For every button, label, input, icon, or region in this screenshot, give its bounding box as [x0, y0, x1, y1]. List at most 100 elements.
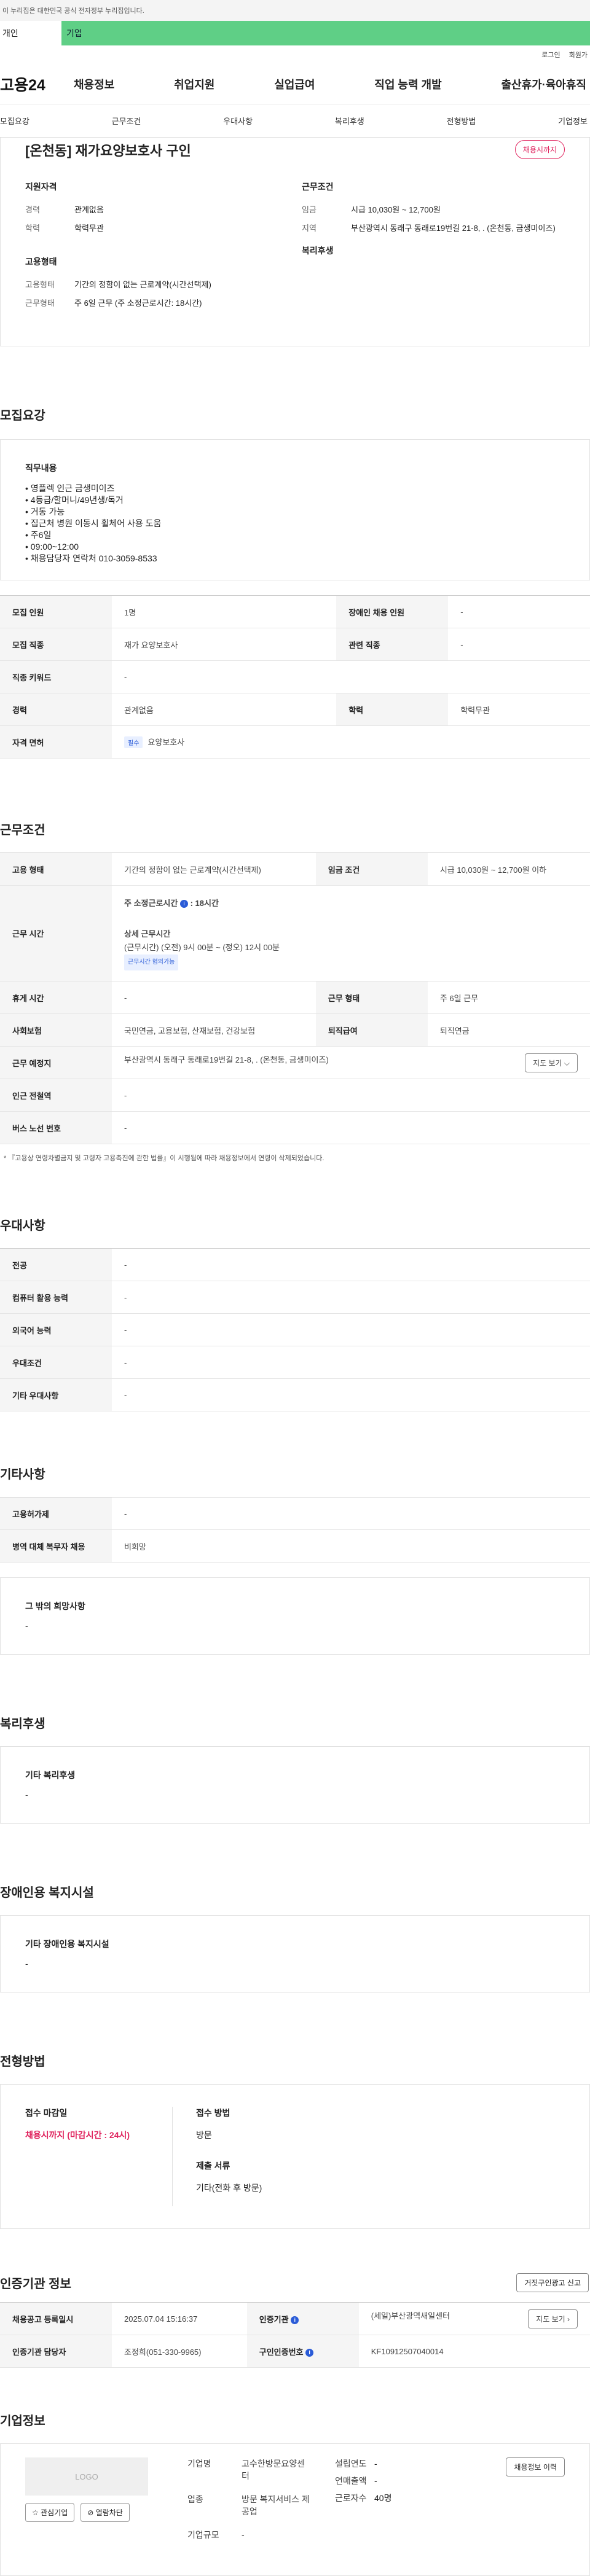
- anchor-pref[interactable]: 우대사항: [223, 115, 253, 127]
- sales-value: -: [374, 2476, 377, 2486]
- job-title: [온천동] 재가요양보호사 구인: [25, 143, 191, 158]
- place-label: 근무 예정지: [0, 1046, 112, 1079]
- cert-label: 자격 면허: [0, 725, 112, 759]
- gnb-leave[interactable]: 출산휴가·육아휴직: [502, 76, 586, 92]
- work-table: 고용 형태 기간의 정함이 없는 근로계약(시간선택제) 임금 조건 시급 10…: [0, 853, 590, 1144]
- employment-heading: 고용형태: [25, 257, 57, 267]
- gov-banner: 이 누리집은 대한민국 공식 전자정부 누리집입니다.: [0, 0, 590, 21]
- detail-hours-label: 상세 근무시간: [124, 929, 171, 939]
- info-icon[interactable]: i: [179, 899, 188, 908]
- hours-cell: 주 소정근로시간 i : 18시간 상세 근무시간 (근무시간) (오전) 9시…: [112, 885, 590, 982]
- gnb-training[interactable]: 직업 능력 개발: [374, 76, 441, 92]
- region-label: 지역: [302, 224, 317, 233]
- required-tag: 필수: [124, 736, 143, 748]
- tab-personal[interactable]: 개인: [0, 21, 61, 45]
- career-row-value: 관계없음: [112, 693, 337, 726]
- anchor-work[interactable]: 근무조건: [112, 115, 141, 127]
- disab-label: 장애인 채용 인원: [336, 595, 449, 628]
- kw-value: -: [112, 660, 590, 693]
- etype-label: 고용형태: [25, 280, 55, 289]
- login-link[interactable]: 로그인: [541, 50, 560, 60]
- welfare-section-title: 복리후생: [0, 1717, 45, 1731]
- cert-cell: 필수 요양보호사: [112, 725, 590, 759]
- duty-title: 직무내용: [25, 463, 57, 473]
- block-corp-button[interactable]: ⊘ 열람차단: [81, 2503, 130, 2522]
- etc-pref-value: -: [112, 1378, 590, 1411]
- org-label-cell: 인증기관 i: [246, 2302, 359, 2335]
- recruit-table: 모집 인원 1명 장애인 채용 인원 - 모집 직종 재가 요양보호사 관련 직…: [0, 595, 590, 759]
- negotiable-tag: 근무시간 협의가능: [124, 954, 179, 970]
- deadline-badge: 채용시까지: [514, 140, 565, 159]
- job-value: 재가 요양보호사: [112, 628, 337, 661]
- lang-label: 외국어 능력: [0, 1313, 112, 1346]
- pc-label: 컴퓨터 활용 능력: [0, 1281, 112, 1314]
- org-map-button[interactable]: 지도 보기 ›: [528, 2309, 578, 2328]
- duty-box: 직무내용 • 영플렉 인근 금생미이즈 • 4등급/할머니/49년생/독거 • …: [0, 439, 590, 580]
- etc-pref-label: 기타 우대사항: [0, 1378, 112, 1411]
- report-ad-button[interactable]: 거짓구인광고 신고: [516, 2273, 589, 2292]
- anchor-corp[interactable]: 기업정보: [558, 115, 588, 127]
- place-cell: 부산광역시 동래구 동래로19번길 21-8, . (온천동, 금생미이즈) 지…: [112, 1046, 590, 1079]
- count-label: 모집 인원: [0, 595, 112, 628]
- id-label: 구인인증번호: [259, 2347, 304, 2357]
- duty-item: • 4등급/할머니/49년생/독거: [25, 495, 124, 505]
- reg-label: 채용공고 등록일시: [0, 2302, 112, 2335]
- year-label: 설립연도: [335, 2459, 367, 2469]
- lang-value: -: [112, 1313, 590, 1346]
- anchor-welfare[interactable]: 복리후생: [335, 115, 364, 127]
- welfare-box-title: 기타 복리후생: [25, 1770, 76, 1780]
- org-cell: (세일)부산광역새일센터 지도 보기 ›: [358, 2302, 590, 2335]
- gnb-unemployment[interactable]: 실업급여: [274, 76, 315, 92]
- map-button[interactable]: 지도 보기 ⌵: [525, 1053, 578, 1072]
- service-tabs: 개인 기업: [0, 21, 590, 45]
- welfare-box-value: -: [25, 1790, 28, 1800]
- station-value: -: [112, 1079, 590, 1112]
- tab-business[interactable]: 기업: [61, 21, 590, 45]
- anchor-apply[interactable]: 전형방법: [447, 115, 476, 127]
- method-value: 방문: [196, 2130, 212, 2140]
- duty-list: • 영플렉 인근 금생미이즈 • 4등급/할머니/49년생/독거 • 거동 가능…: [25, 483, 565, 564]
- disab-section-title: 장애인용 복지시설: [0, 1886, 94, 1900]
- pc-value: -: [112, 1281, 590, 1314]
- method-label: 접수 방법: [196, 2108, 230, 2118]
- duty-item: • 집근처 병원 이동시 휠체어 사용 도움: [25, 518, 162, 528]
- cert-table: 채용공고 등록일시 2025.07.04 15:16:37 인증기관 i (세일…: [0, 2302, 590, 2368]
- deadline-value: 채용시까지 (마감시간 : 24시): [25, 2130, 130, 2140]
- gnb-jobs[interactable]: 채용정보: [74, 76, 114, 92]
- count-value: 1명: [112, 595, 337, 628]
- corp-logo: LOGO: [25, 2457, 148, 2496]
- work-heading: 근무조건: [302, 182, 334, 192]
- docs-value: 기타(전화 후 방문): [196, 2183, 262, 2193]
- edu-row-label: 학력: [336, 693, 449, 726]
- welfare-heading: 복리후생: [302, 246, 334, 256]
- career-label: 경력: [25, 205, 40, 214]
- anchor-recruit[interactable]: 모집요강: [0, 115, 30, 127]
- job-summary-card: [온천동] 재가요양보호사 구인 채용시까지 지원자격 경력 관계없음 학력 학력무…: [0, 138, 590, 346]
- info-icon[interactable]: i: [305, 2348, 314, 2357]
- site-logo[interactable]: 고용24: [0, 73, 74, 95]
- signup-link[interactable]: 회원가: [569, 50, 588, 60]
- sev-value: 퇴직연금: [427, 1013, 590, 1047]
- gnb-support[interactable]: 취업지원: [174, 76, 214, 92]
- job-history-button[interactable]: 채용정보 이력: [506, 2457, 565, 2476]
- wish-box: 그 밖의 희망사항 -: [0, 1577, 590, 1655]
- cert-value: 요양보호사: [148, 738, 185, 747]
- corp-section-title: 기업정보: [0, 2414, 45, 2428]
- career-value: 관계없음: [74, 205, 104, 214]
- wform-label: 근무형태: [25, 299, 55, 308]
- edu-label: 학력: [25, 224, 40, 233]
- disab-value: -: [448, 595, 590, 628]
- pcond-label: 우대조건: [0, 1346, 112, 1379]
- wage-row-label: 임금 조건: [315, 853, 428, 886]
- region-value: 부산광역시 동래구 동래로19번길 21-8, . (온천동, 금생미이즈): [351, 224, 556, 233]
- favorite-corp-button[interactable]: ☆ 관심기업: [25, 2503, 75, 2522]
- place-value: 부산광역시 동래구 동래로19번길 21-8, . (온천동, 금생미이즈): [124, 1055, 329, 1064]
- info-icon[interactable]: i: [291, 2316, 299, 2324]
- size-value: -: [242, 2530, 245, 2540]
- rest-value: -: [112, 981, 316, 1014]
- duty-item: • 주6일: [25, 530, 52, 540]
- rest-label: 휴게 시간: [0, 981, 112, 1014]
- disab-box: 기타 장애인용 복지시설 -: [0, 1915, 590, 1992]
- work-section-title: 근무조건: [0, 824, 45, 837]
- mil-value: 비희망: [112, 1529, 590, 1563]
